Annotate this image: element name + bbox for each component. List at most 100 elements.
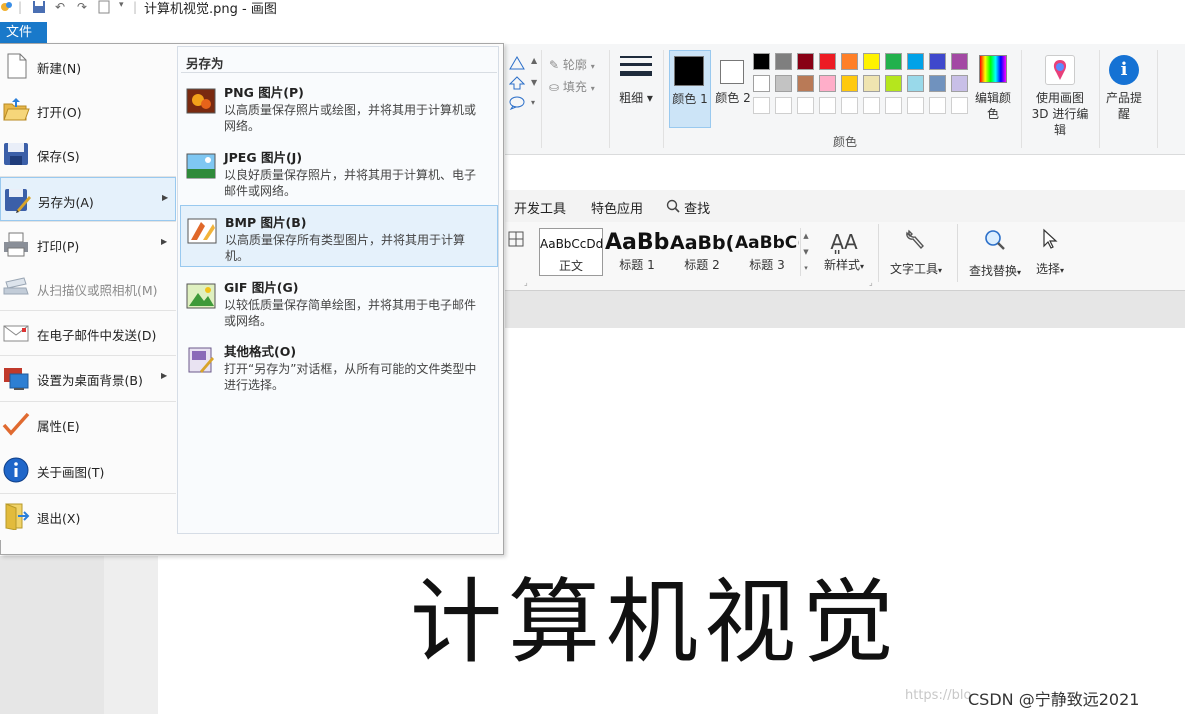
- color2-swatch: [720, 60, 744, 84]
- jpeg-image-icon: [186, 151, 216, 181]
- menu-item-new[interactable]: 新建(N): [0, 44, 176, 88]
- palette-swatch[interactable]: [819, 53, 836, 70]
- palette-swatch[interactable]: [951, 53, 968, 70]
- palette-swatch[interactable]: [863, 53, 880, 70]
- palette-swatch[interactable]: [819, 75, 836, 92]
- color2-label: 颜色 2: [715, 91, 751, 105]
- canvas-text: 计算机视觉: [410, 569, 901, 676]
- tab-find[interactable]: 查找: [666, 198, 710, 217]
- submenu-arrow-icon: ▶: [161, 237, 168, 246]
- palette-swatch[interactable]: [797, 53, 814, 70]
- fill-button[interactable]: ⛀ 填充 ▾: [549, 78, 595, 95]
- style-heading1[interactable]: AaBb 标题 1: [605, 228, 669, 276]
- fill-bucket-icon: ⛀: [549, 80, 560, 94]
- palette-swatch[interactable]: [907, 97, 924, 114]
- product-alert-button[interactable]: i 产品提醒: [1105, 52, 1145, 132]
- other-formats-icon: [186, 345, 216, 375]
- palette-swatch[interactable]: [797, 75, 814, 92]
- desktop-background-icon: [2, 364, 30, 392]
- menu-item-send-email[interactable]: 在电子邮件中发送(D): [0, 311, 176, 355]
- style-heading2[interactable]: AaBb( 标题 2: [670, 228, 734, 276]
- new-file-icon: [2, 52, 30, 80]
- customize-quick-access-icon[interactable]: ▾: [119, 0, 124, 14]
- find-replace-button[interactable]: 查找替换▾: [962, 228, 1028, 278]
- palette-swatch[interactable]: [929, 75, 946, 92]
- palette-swatch[interactable]: [885, 75, 902, 92]
- menu-item-open[interactable]: 打开(O): [0, 88, 176, 132]
- palette-swatch[interactable]: [863, 75, 880, 92]
- callout-shape-icon[interactable]: [509, 96, 525, 113]
- palette-swatch[interactable]: [951, 75, 968, 92]
- palette-swatch[interactable]: [885, 97, 902, 114]
- menu-item-about-paint[interactable]: 关于画图(T): [0, 448, 176, 492]
- palette-swatch[interactable]: [775, 53, 792, 70]
- bmp-image-icon: [187, 216, 217, 246]
- new-page-icon[interactable]: [98, 0, 110, 14]
- saveas-png-option[interactable]: PNG 图片(P) 以高质量保存照片或绘图，并将其用于计算机或网络。: [180, 76, 498, 138]
- palette-swatch[interactable]: [753, 75, 770, 92]
- palette-swatch[interactable]: [753, 97, 770, 114]
- shapes-scroll-up-icon[interactable]: ▲: [531, 56, 537, 65]
- menu-item-exit[interactable]: 退出(X): [0, 494, 176, 538]
- palette-swatch[interactable]: [775, 97, 792, 114]
- style-heading3[interactable]: AaBbC( 标题 3: [735, 228, 799, 276]
- style-normal[interactable]: AaBbCcDd 正文: [539, 228, 603, 276]
- shapes-expand-icon[interactable]: ▾: [531, 98, 535, 107]
- undo-icon[interactable]: ↶: [55, 0, 65, 14]
- saveas-other-formats-option[interactable]: 其他格式(O) 打开“另存为”对话框，从所有可能的文件类型中进行选择。: [180, 335, 498, 397]
- shapes-scroll-down-icon[interactable]: ▼: [531, 78, 537, 87]
- paint-app-icon[interactable]: [0, 0, 14, 14]
- triangle-shape-icon[interactable]: [509, 56, 525, 73]
- palette-swatch[interactable]: [841, 75, 858, 92]
- text-tools-button[interactable]: 文字工具▾: [884, 228, 948, 278]
- menu-item-set-desktop-background[interactable]: 设置为桌面背景(B) ▶: [0, 356, 176, 400]
- outline-button[interactable]: ✎ 轮廓 ▾: [549, 56, 595, 73]
- palette-swatch[interactable]: [841, 53, 858, 70]
- palette-swatch[interactable]: [753, 53, 770, 70]
- menu-item-from-scanner[interactable]: 从扫描仪或照相机(M): [0, 266, 176, 310]
- color1-label: 颜色 1: [672, 92, 708, 106]
- styles-scroll[interactable]: ▲ ▼ ▾: [800, 228, 811, 276]
- palette-swatch[interactable]: [929, 53, 946, 70]
- palette-swatch[interactable]: [841, 97, 858, 114]
- select-button[interactable]: 选择▾: [1030, 228, 1070, 278]
- palette-swatch[interactable]: [885, 53, 902, 70]
- palette-swatch[interactable]: [863, 97, 880, 114]
- color2-button[interactable]: 颜色 2: [713, 50, 755, 128]
- table-icon[interactable]: [508, 231, 524, 250]
- menu-item-print[interactable]: 打印(P) ▶: [0, 222, 176, 266]
- saveas-gif-option[interactable]: GIF 图片(G) 以较低质量保存简单绘图，并将其用于电子邮件或网络。: [180, 271, 498, 333]
- saveas-jpeg-option[interactable]: JPEG 图片(J) 以良好质量保存照片，并将其用于计算机、电子邮件或网络。: [180, 141, 498, 203]
- menu-item-save-as[interactable]: 另存为(A) ▶: [0, 177, 176, 221]
- submenu-arrow-icon: ▶: [162, 193, 169, 202]
- new-style-button[interactable]: A͈A 新样式▾: [816, 228, 872, 278]
- tab-featured-apps[interactable]: 特色应用: [591, 198, 643, 217]
- size-label: 粗细 ▾: [619, 91, 653, 105]
- tab-developer-tools[interactable]: 开发工具: [514, 198, 566, 217]
- exit-icon: [2, 502, 30, 531]
- palette-swatch[interactable]: [907, 75, 924, 92]
- color1-button[interactable]: 颜色 1: [669, 50, 711, 128]
- palette-swatch[interactable]: [819, 97, 836, 114]
- cursor-arrow-icon: [1030, 228, 1070, 260]
- scanner-icon: [2, 274, 30, 302]
- checkmark-icon: [2, 410, 30, 438]
- menu-item-properties[interactable]: 属性(E): [0, 402, 176, 446]
- paint3d-button[interactable]: 使用画图 3D 进行编辑: [1027, 52, 1093, 137]
- palette-swatch[interactable]: [775, 75, 792, 92]
- saveas-bmp-option[interactable]: BMP 图片(B) 以高质量保存所有类型图片，并将其用于计算机。: [180, 205, 498, 267]
- size-button[interactable]: 粗细 ▾: [618, 52, 658, 132]
- file-tab[interactable]: 文件: [0, 22, 47, 43]
- palette-swatch[interactable]: [929, 97, 946, 114]
- menu-item-save[interactable]: 保存(S): [0, 132, 176, 176]
- edit-colors-button[interactable]: 编辑颜色: [975, 52, 1013, 132]
- save-icon[interactable]: [32, 0, 46, 14]
- palette-swatch[interactable]: [951, 97, 968, 114]
- saveas-heading: 另存为: [186, 56, 224, 71]
- save-as-icon: [3, 186, 31, 214]
- redo-icon[interactable]: ↷: [77, 0, 87, 14]
- arrow-shape-icon[interactable]: [508, 76, 526, 93]
- palette-swatch[interactable]: [907, 53, 924, 70]
- palette-swatch[interactable]: [797, 97, 814, 114]
- title-bar: | ↶ ↷ ▾ | 计算机视觉.png - 画图: [0, 0, 1185, 17]
